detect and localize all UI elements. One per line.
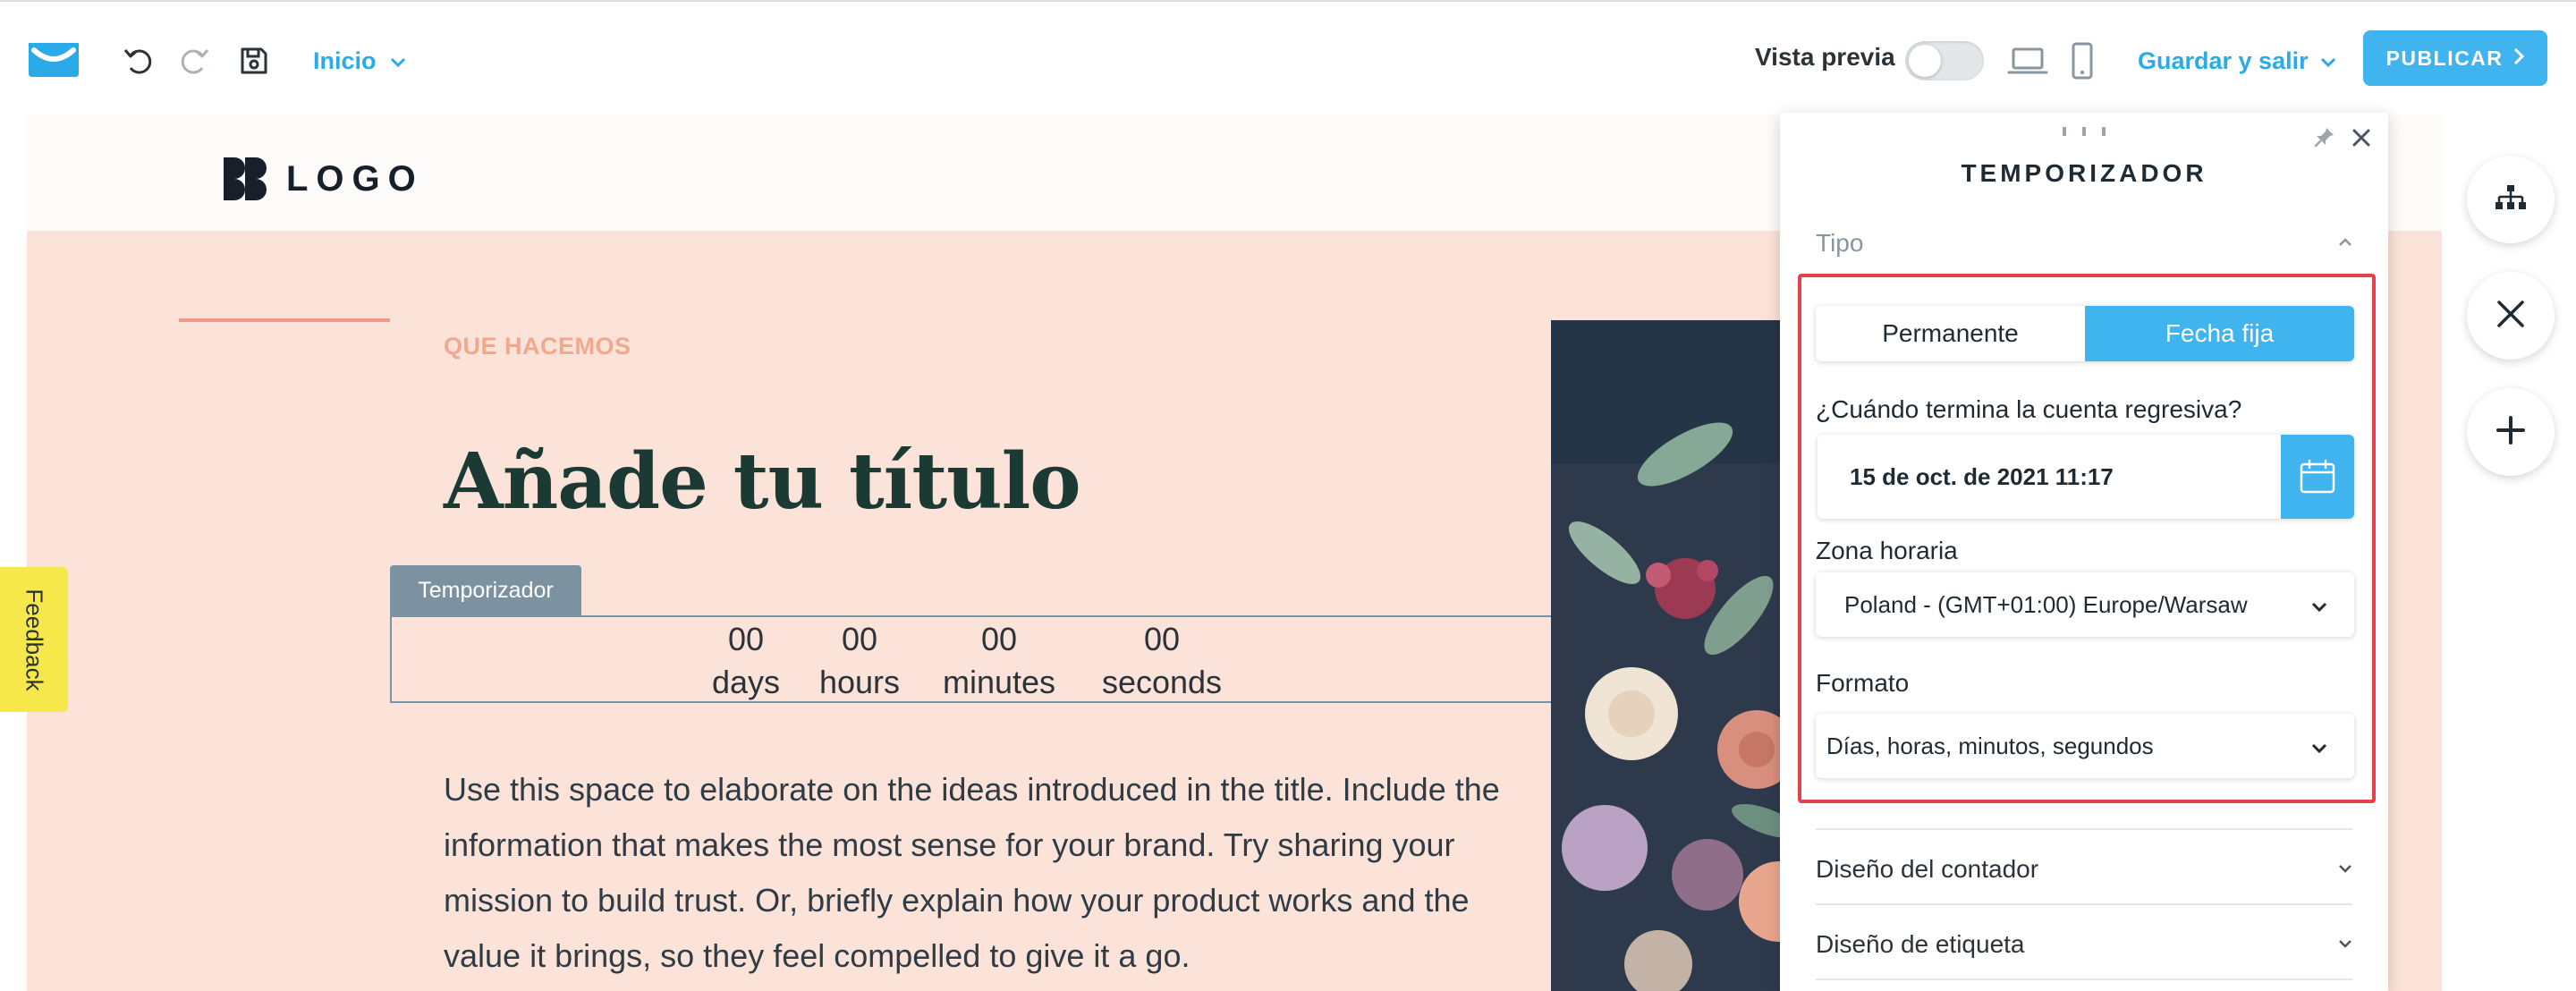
redo-icon[interactable]	[174, 41, 213, 80]
tools-button[interactable]	[2467, 272, 2555, 360]
sitemap-icon	[2495, 183, 2527, 216]
flower-image[interactable]	[1551, 320, 1810, 991]
type-section-header[interactable]: Tipo	[1816, 225, 2352, 261]
mobile-icon[interactable]	[2063, 41, 2102, 80]
chevron-right-icon	[2513, 47, 2525, 71]
add-element-button[interactable]	[2467, 388, 2555, 476]
timer-value: 00	[727, 621, 765, 657]
close-icon[interactable]	[2345, 122, 2377, 154]
timer-unit-minutes: 00 minutes	[932, 617, 1066, 703]
save-exit-menu[interactable]: Guardar y salir	[2138, 43, 2337, 79]
chevron-up-icon	[2338, 235, 2352, 251]
page-selector-label: Inicio	[313, 47, 377, 74]
type-option-permanent[interactable]: Permanente	[1816, 306, 2085, 361]
timer-label: hours	[818, 664, 901, 700]
divider	[1816, 903, 2352, 905]
page-selector[interactable]: Inicio	[313, 43, 407, 79]
divider	[1816, 828, 2352, 830]
brand-logo-icon[interactable]	[27, 38, 80, 80]
feedback-label: Feedback	[21, 588, 48, 691]
preview-toggle[interactable]	[1905, 41, 1984, 80]
chevron-down-icon	[2338, 861, 2352, 877]
cross-icon	[2496, 299, 2526, 334]
preview-toggle-knob	[1909, 45, 1941, 77]
section-body-text[interactable]: Use this space to elaborate on the ideas…	[444, 762, 1517, 984]
countdown-timer[interactable]: 00 days 00 hours 00 minutes 00 seconds	[390, 615, 1580, 703]
publish-label: PUBLICAR	[2385, 46, 2504, 70]
timer-unit-hours: 00 hours	[810, 617, 909, 703]
format-label: Formato	[1816, 669, 1910, 697]
sitemap-button[interactable]	[2467, 156, 2555, 243]
counter-design-section[interactable]: Diseño del contador	[1816, 851, 2352, 887]
accent-line	[179, 318, 390, 322]
end-date-value: 15 de oct. de 2021 11:17	[1850, 462, 2114, 490]
format-value: Días, horas, minutos, segundos	[1826, 732, 2154, 759]
pin-icon[interactable]	[2311, 123, 2338, 150]
counter-design-label: Diseño del contador	[1816, 855, 2039, 883]
timer-label: days	[711, 664, 781, 700]
laptop-icon[interactable]	[2005, 41, 2050, 80]
type-option-fixed-date[interactable]: Fecha fija	[2085, 306, 2354, 361]
label-design-label: Diseño de etiqueta	[1816, 930, 2025, 958]
publish-button[interactable]: PUBLICAR	[2363, 30, 2547, 86]
chevron-down-icon	[2319, 47, 2337, 75]
chevron-down-icon	[2311, 733, 2327, 760]
format-select[interactable]: Días, horas, minutos, segundos	[1816, 714, 2354, 778]
section-eyebrow[interactable]: QUE HACEMOS	[444, 333, 631, 360]
feedback-tab[interactable]: Feedback	[0, 567, 68, 712]
plus-icon	[2496, 415, 2526, 450]
undo-icon[interactable]	[120, 41, 159, 80]
calendar-icon[interactable]	[2281, 435, 2354, 519]
timer-label: minutes	[942, 664, 1056, 700]
type-toggle: Permanente Fecha fija	[1816, 306, 2354, 361]
timezone-value: Poland - (GMT+01:00) Europe/Warsaw	[1844, 590, 2248, 618]
save-icon[interactable]	[234, 41, 274, 80]
panel-title: TEMPORIZADOR	[1961, 159, 2207, 187]
chevron-down-icon	[2338, 936, 2352, 953]
timezone-label: Zona horaria	[1816, 537, 1958, 564]
timer-unit-days: 00 days	[708, 617, 784, 703]
site-logo-text: LOGO	[286, 158, 424, 199]
preview-label: Vista previa	[1755, 43, 1895, 71]
timer-value: 00	[841, 621, 878, 657]
timer-block-tag[interactable]: Temporizador	[390, 565, 581, 615]
site-logo[interactable]: LOGO	[222, 156, 424, 202]
end-date-label: ¿Cuándo termina la cuenta regresiva?	[1816, 395, 2242, 423]
top-toolbar: Inicio Vista previa Guardar y salir PUBL…	[0, 0, 2576, 114]
divider	[1816, 978, 2352, 980]
end-date-field[interactable]: 15 de oct. de 2021 11:17	[1818, 435, 2354, 519]
section-headline[interactable]: Añade tu título	[444, 436, 1081, 527]
type-section-label: Tipo	[1816, 229, 1864, 257]
chevron-down-icon	[2311, 591, 2327, 619]
chevron-down-icon	[389, 47, 407, 75]
timer-settings-panel: TEMPORIZADOR Tipo Permanente Fecha fija …	[1780, 113, 2388, 991]
drag-handle[interactable]	[2063, 127, 2106, 136]
label-design-section[interactable]: Diseño de etiqueta	[1816, 927, 2352, 962]
timer-label: seconds	[1101, 664, 1223, 700]
timer-unit-seconds: 00 seconds	[1095, 617, 1229, 703]
timezone-select[interactable]: Poland - (GMT+01:00) Europe/Warsaw	[1816, 572, 2354, 637]
site-logo-icon	[224, 157, 267, 200]
timer-value: 00	[1143, 621, 1181, 657]
timer-value: 00	[980, 621, 1018, 657]
save-exit-label: Guardar y salir	[2138, 47, 2309, 74]
